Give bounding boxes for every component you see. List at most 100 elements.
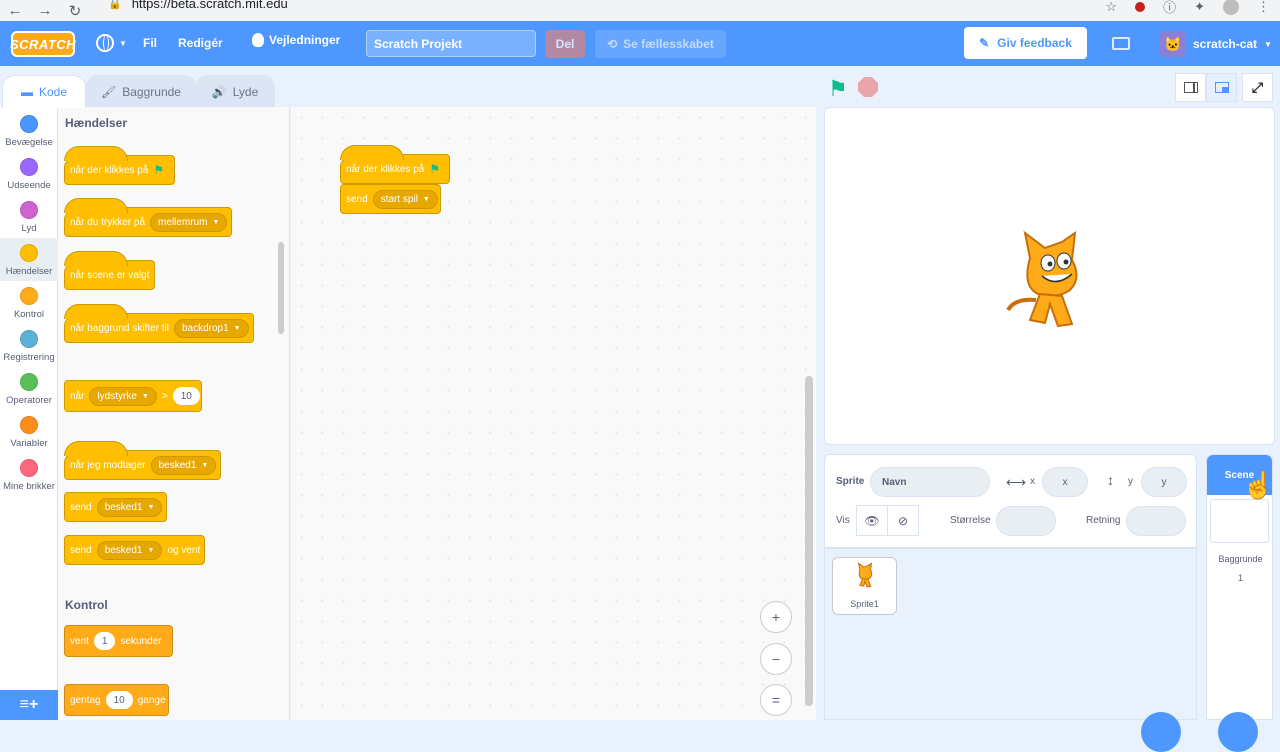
- bookmark-star-icon[interactable]: ☆: [1105, 0, 1117, 15]
- block-text: >: [161, 390, 168, 402]
- block-text: og vent: [167, 544, 201, 556]
- block-text: når: [70, 390, 85, 402]
- language-menu[interactable]: ▼: [96, 34, 127, 52]
- category-events[interactable]: Hændelser: [0, 238, 58, 281]
- edit-menu[interactable]: Redigér: [178, 36, 223, 50]
- green-flag-icon: ⚑: [153, 163, 165, 177]
- dropdown-value: backdrop1: [181, 322, 229, 334]
- message-dropdown[interactable]: besked1 ▼: [150, 455, 217, 475]
- sprite-tile[interactable]: Sprite1: [832, 557, 897, 615]
- show-sprite-button[interactable]: 👁: [856, 505, 888, 536]
- project-title-input[interactable]: Scratch Projekt: [366, 30, 536, 57]
- size-input[interactable]: [996, 506, 1056, 536]
- wait-input[interactable]: 1: [93, 632, 116, 650]
- chevron-down-icon: ▼: [141, 392, 149, 400]
- message-dropdown[interactable]: start spil ▼: [372, 189, 438, 209]
- backdrop-dropdown[interactable]: backdrop1 ▼: [173, 318, 249, 338]
- tab-backdrops[interactable]: 🖌 Baggrunde: [86, 75, 196, 108]
- small-stage-button[interactable]: [1175, 73, 1206, 102]
- cat-sprite[interactable]: [1000, 228, 1100, 338]
- browser-menu-icon[interactable]: ⋮: [1257, 0, 1270, 15]
- x-input[interactable]: x: [1042, 467, 1088, 497]
- block-text: send: [70, 544, 92, 556]
- message-dropdown[interactable]: besked1 ▼: [96, 540, 163, 560]
- extension-icon[interactable]: [1135, 1, 1146, 12]
- repeat-input[interactable]: 10: [105, 691, 133, 709]
- script-block-when-flag-clicked[interactable]: når der klikkes på ⚑: [340, 145, 450, 184]
- category-operators[interactable]: Operatorer: [0, 367, 58, 410]
- block-when-backdrop-switches[interactable]: når baggrund skifter til backdrop1 ▼: [64, 304, 254, 343]
- profile-icon[interactable]: [1223, 0, 1239, 15]
- feedback-button[interactable]: ✎ Giv feedback: [964, 27, 1087, 59]
- block-repeat[interactable]: gentag 10 gange: [64, 684, 169, 716]
- loudness-input[interactable]: 10: [172, 387, 200, 405]
- category-variables[interactable]: Variabler: [0, 410, 58, 453]
- add-extension-button[interactable]: ≡+: [0, 690, 58, 720]
- sprite-name-input[interactable]: Navn: [870, 467, 990, 497]
- file-menu[interactable]: Fil: [143, 36, 157, 50]
- scratch-logo[interactable]: SCRATCH: [10, 31, 76, 57]
- category-label: Kontrol: [13, 309, 45, 320]
- see-community-button[interactable]: ⟲ Se fællesskabet: [595, 30, 726, 58]
- stop-sign-icon[interactable]: [858, 77, 878, 97]
- eye-icon: 👁: [864, 513, 880, 528]
- script-block-broadcast[interactable]: send start spil ▼: [340, 184, 441, 214]
- small-stage-icon: [1183, 82, 1198, 93]
- account-menu[interactable]: 🐱 scratch-cat ▼: [1160, 31, 1272, 57]
- block-when-i-receive[interactable]: når jeg modtager besked1 ▼: [64, 441, 221, 480]
- green-flag-icon[interactable]: ⚑: [828, 76, 848, 102]
- category-looks[interactable]: Udseende: [0, 152, 58, 195]
- fullscreen-button[interactable]: ⤢: [1242, 73, 1273, 102]
- globe-icon: [96, 34, 114, 52]
- choose-sprite-button[interactable]: [1141, 712, 1181, 752]
- stage-canvas[interactable]: [824, 107, 1275, 445]
- category-control[interactable]: Kontrol: [0, 281, 58, 324]
- chevron-down-icon: ▼: [201, 461, 209, 469]
- share-button[interactable]: Del: [545, 30, 585, 58]
- zoom-in-button[interactable]: +: [760, 601, 792, 633]
- info-icon[interactable]: ⓘ: [1163, 0, 1176, 16]
- category-dot: [20, 373, 38, 391]
- category-label: Bevægelse: [5, 137, 53, 148]
- choose-backdrop-button[interactable]: [1218, 712, 1258, 752]
- block-when-key-pressed[interactable]: når du trykker på mellemrum ▼: [64, 198, 232, 237]
- extension-puzzle-icon[interactable]: ✦: [1194, 0, 1205, 15]
- category-my-blocks[interactable]: Mine brikker: [0, 453, 58, 496]
- lock-icon: 🔒: [108, 0, 122, 10]
- tab-code[interactable]: ▬ Kode: [2, 75, 86, 108]
- message-dropdown[interactable]: besked1 ▼: [96, 497, 163, 517]
- block-broadcast-and-wait[interactable]: send besked1 ▼ og vent: [64, 535, 205, 565]
- y-input[interactable]: y: [1141, 467, 1187, 497]
- palette-scrollbar[interactable]: [278, 242, 284, 334]
- tutorials-button[interactable]: Vejledninger: [252, 33, 340, 47]
- block-when-flag-clicked[interactable]: når der klikkes på ⚑: [64, 146, 175, 185]
- reload-icon[interactable]: ↻: [60, 2, 90, 20]
- tab-backdrops-label: Baggrunde: [122, 85, 181, 99]
- address-bar[interactable]: 🔒 https://beta.scratch.mit.edu: [108, 0, 288, 11]
- direction-input[interactable]: [1126, 506, 1186, 536]
- category-sensing[interactable]: Registrering: [0, 324, 58, 367]
- category-sound[interactable]: Lyd: [0, 195, 58, 238]
- block-text: sekunder: [120, 635, 162, 647]
- key-dropdown[interactable]: mellemrum ▼: [150, 212, 228, 232]
- block-when-scene-selected[interactable]: når scene er valgt: [64, 251, 155, 290]
- normal-stage-button[interactable]: [1206, 73, 1237, 102]
- zoom-reset-button[interactable]: =: [760, 684, 792, 716]
- back-icon[interactable]: ←: [0, 2, 30, 19]
- my-stuff-folder-icon[interactable]: [1112, 37, 1130, 50]
- block-text: når scene er valgt: [70, 269, 150, 281]
- workspace-scrollbar[interactable]: [805, 376, 813, 706]
- loudness-dropdown[interactable]: lydstyrke ▼: [89, 386, 157, 406]
- hide-sprite-button[interactable]: ⊘: [887, 505, 919, 536]
- category-dot: [20, 459, 38, 477]
- hand-cursor-icon: ☝: [1242, 470, 1275, 500]
- category-motion[interactable]: Bevægelse: [0, 109, 58, 152]
- forward-icon[interactable]: →: [30, 2, 60, 19]
- tab-sounds[interactable]: 🔊 Lyde: [195, 75, 275, 108]
- block-wait-seconds[interactable]: vent 1 sekunder: [64, 625, 173, 657]
- block-broadcast[interactable]: send besked1 ▼: [64, 492, 167, 522]
- sprite-label: Sprite: [836, 476, 865, 487]
- block-when-loudness[interactable]: når lydstyrke ▼ > 10: [64, 380, 202, 412]
- zoom-out-button[interactable]: −: [760, 643, 792, 675]
- category-label: Variabler: [10, 438, 48, 449]
